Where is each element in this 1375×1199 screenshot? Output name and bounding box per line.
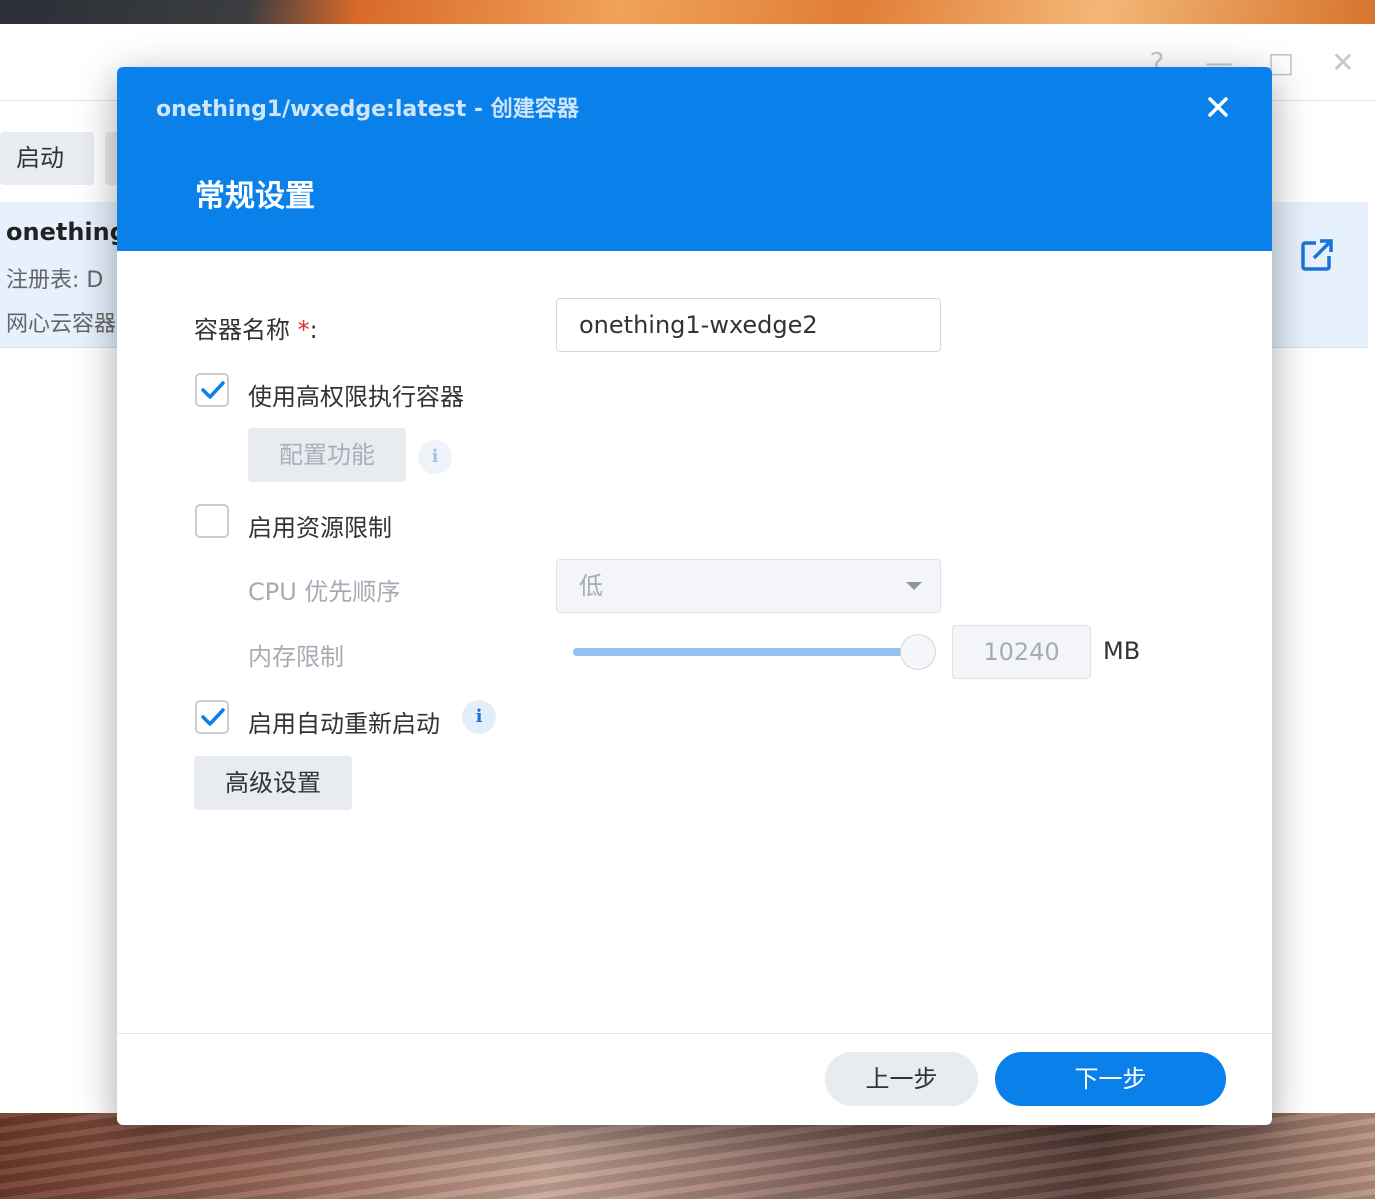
- info-icon[interactable]: i: [462, 700, 496, 734]
- desktop-wallpaper-bottom: [0, 1113, 1375, 1199]
- chevron-down-icon: [906, 582, 922, 590]
- open-external-icon[interactable]: [1300, 238, 1334, 272]
- container-name-input[interactable]: onething1-wxedge2: [556, 298, 941, 352]
- memory-limit-input[interactable]: 10240: [952, 625, 1091, 679]
- memory-slider-fill: [573, 648, 913, 656]
- info-icon[interactable]: i: [418, 440, 452, 474]
- advanced-settings-button[interactable]: 高级设置: [194, 756, 352, 810]
- label-colon: :: [309, 316, 318, 344]
- auto-restart-label: 启用自动重新启动: [248, 710, 440, 738]
- checkmark-icon: [201, 381, 225, 399]
- resource-limit-label: 启用资源限制: [248, 514, 392, 542]
- privileged-checkbox[interactable]: [195, 373, 229, 407]
- container-name-label-text: 容器名称: [194, 316, 290, 344]
- dialog-title: onething1/wxedge:latest - 创建容器: [156, 97, 579, 122]
- previous-button[interactable]: 上一步: [825, 1052, 978, 1106]
- next-button[interactable]: 下一步: [995, 1052, 1226, 1106]
- row-description: 网心云容器: [6, 312, 117, 337]
- footer-divider: [117, 1033, 1272, 1034]
- checkmark-icon: [201, 708, 225, 726]
- section-title: 常规设置: [195, 179, 315, 214]
- create-container-dialog: onething1/wxedge:latest - 创建容器 常规设置 容器名称…: [117, 67, 1272, 1125]
- resource-limit-checkbox[interactable]: [195, 504, 229, 538]
- memory-unit: MB: [1103, 637, 1141, 665]
- auto-restart-checkbox[interactable]: [195, 700, 229, 734]
- cpu-priority-value: 低: [579, 572, 603, 600]
- row-registry: 注册表: D: [6, 268, 104, 293]
- configure-capabilities-button[interactable]: 配置功能: [248, 428, 406, 482]
- row-title: onething: [6, 218, 127, 246]
- close-window-icon[interactable]: ✕: [1328, 48, 1358, 78]
- container-name-label: 容器名称 *:: [194, 310, 318, 345]
- dialog-header: onething1/wxedge:latest - 创建容器 常规设置: [117, 67, 1272, 251]
- required-mark: *: [297, 316, 310, 344]
- close-icon[interactable]: [1200, 89, 1236, 125]
- memory-limit-label: 内存限制: [248, 643, 344, 671]
- privileged-label: 使用高权限执行容器: [248, 383, 464, 411]
- cpu-priority-label: CPU 优先顺序: [248, 578, 401, 606]
- desktop-wallpaper-top: [0, 0, 1375, 24]
- memory-slider-track[interactable]: [573, 648, 913, 656]
- memory-slider-thumb[interactable]: [900, 634, 936, 670]
- cpu-priority-select[interactable]: 低: [556, 559, 941, 613]
- start-button[interactable]: 启动: [0, 132, 94, 185]
